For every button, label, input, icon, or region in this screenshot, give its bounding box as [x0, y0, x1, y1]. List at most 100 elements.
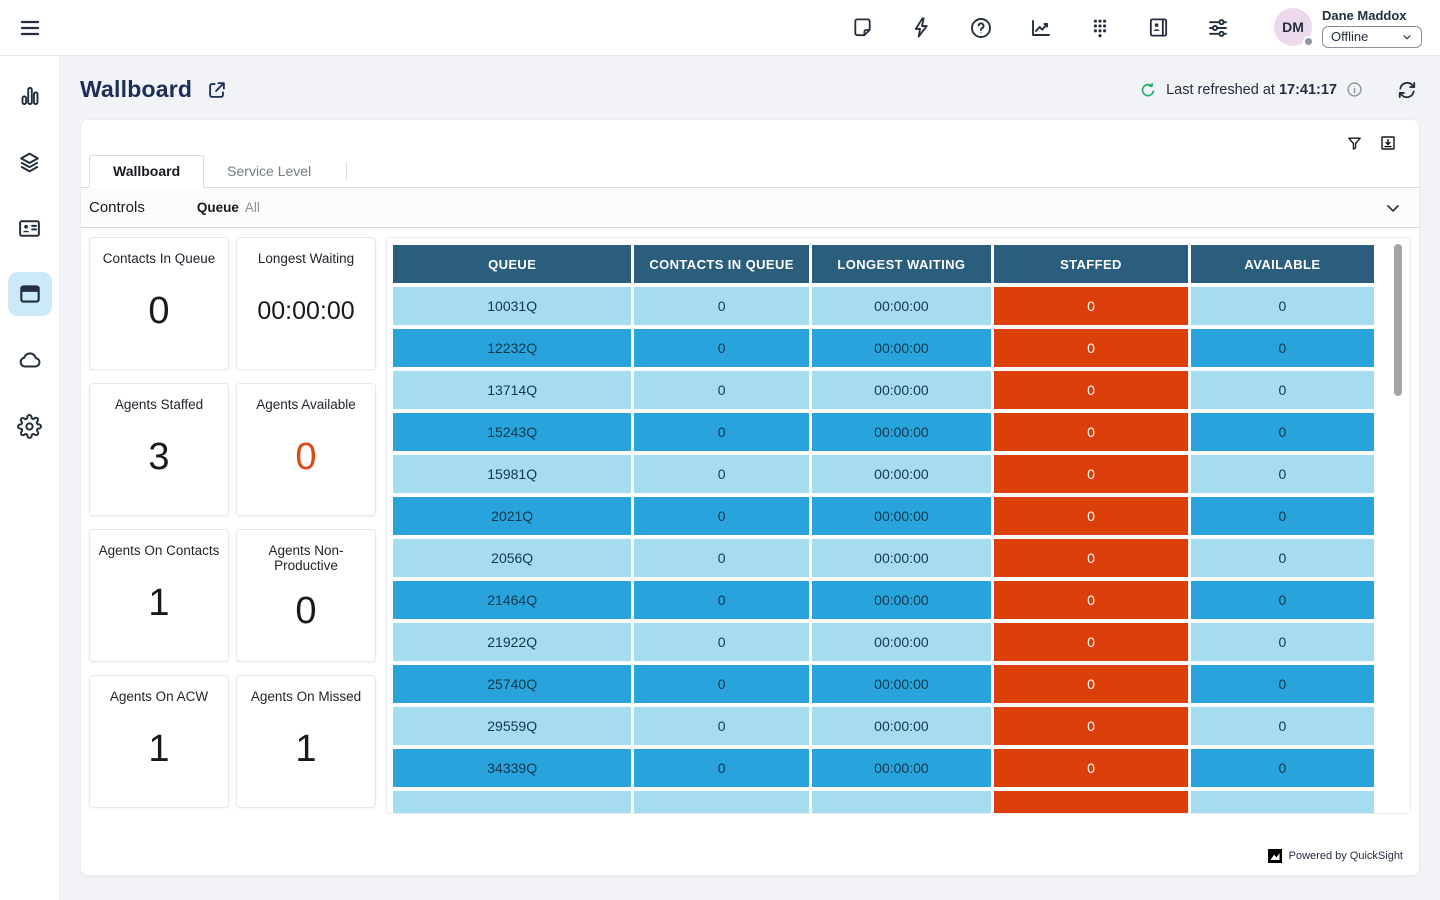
id-card-icon [17, 216, 42, 241]
left-sidebar [0, 56, 60, 900]
dialpad-icon[interactable] [1089, 17, 1111, 39]
column-header-staffed: STAFFED [994, 245, 1188, 283]
panel-toolbar [81, 120, 1419, 156]
directory-icon[interactable] [1147, 16, 1170, 39]
quick-connects-icon[interactable] [910, 16, 933, 39]
table-cell-queue: 21464Q [393, 581, 631, 619]
kpi-label: Agents Non-Productive [237, 543, 375, 573]
table-cell-available: 0 [1191, 371, 1374, 409]
kpi-agents-on-contacts: Agents On Contacts 1 [89, 529, 229, 662]
column-header-queue: QUEUE [393, 245, 631, 283]
sidebar-item-cloud[interactable] [8, 338, 52, 382]
hamburger-menu-icon[interactable] [0, 16, 60, 40]
table-cell-available: 0 [1191, 539, 1374, 577]
notes-icon[interactable] [851, 16, 874, 39]
table-cell-longest-waiting: 00:00:00 [812, 581, 991, 619]
kpi-value: 1 [148, 704, 169, 807]
table-cell-longest-waiting: 00:00:00 [812, 623, 991, 661]
table-cell-staffed: 0 [994, 413, 1188, 451]
tab-wallboard[interactable]: Wallboard [89, 155, 204, 188]
info-icon [1346, 81, 1363, 98]
filter-funnel-icon [1346, 135, 1363, 152]
last-refreshed-time: 17:41:17 [1279, 82, 1337, 98]
kpi-label: Longest Waiting [258, 251, 354, 266]
export-download-button[interactable] [1379, 134, 1397, 152]
chevron-down-icon [1401, 31, 1413, 43]
agent-status-dropdown[interactable]: Offline [1322, 26, 1422, 48]
quicksight-logo-icon [1268, 849, 1282, 863]
kpi-value: 0 [295, 573, 316, 661]
metrics-icon[interactable] [1029, 16, 1053, 40]
kpi-agents-available: Agents Available 0 [236, 383, 376, 516]
preferences-sliders-icon[interactable] [1206, 16, 1230, 40]
layers-icon [17, 150, 42, 175]
table-cell-contacts-in-queue: 0 [634, 749, 808, 787]
table-row [393, 791, 1374, 814]
controls-collapse-button[interactable] [1383, 198, 1403, 218]
refresh-button[interactable] [1396, 79, 1418, 101]
table-row: 13714Q000:00:0000 [393, 371, 1374, 409]
column-header-longest-waiting: LONGEST WAITING [812, 245, 991, 283]
table-row: 25740Q000:00:0000 [393, 665, 1374, 703]
table-cell-contacts-in-queue: 0 [634, 623, 808, 661]
table-cell-available: 0 [1191, 287, 1374, 325]
download-icon [1379, 134, 1397, 152]
table-cell-longest-waiting: 00:00:00 [812, 749, 991, 787]
queue-table-header: QUEUE CONTACTS IN QUEUE LONGEST WAITING … [393, 245, 1374, 283]
kpi-value: 00:00:00 [257, 266, 354, 369]
kpi-grid: Contacts In Queue 0 Longest Waiting 00:0… [89, 237, 376, 814]
avatar[interactable]: DM [1274, 8, 1312, 46]
help-icon[interactable] [969, 16, 993, 40]
table-row: 21922Q000:00:0000 [393, 623, 1374, 661]
table-cell-staffed: 0 [994, 707, 1188, 745]
table-cell-staffed: 0 [994, 329, 1188, 367]
table-scrollbar [1394, 244, 1402, 804]
table-row: 21464Q000:00:0000 [393, 581, 1374, 619]
open-in-new-window-button[interactable] [206, 79, 228, 101]
table-cell-staffed: 0 [994, 455, 1188, 493]
column-header-available: AVAILABLE [1191, 245, 1374, 283]
title-row: Wallboard Last refreshed at 17:41:17 [60, 56, 1440, 119]
powered-by-quicksight[interactable]: Powered by QuickSight [1268, 849, 1403, 863]
table-cell-staffed: 0 [994, 287, 1188, 325]
bar-chart-icon [18, 84, 42, 108]
kpi-agents-non-productive: Agents Non-Productive 0 [236, 529, 376, 662]
sidebar-item-contacts[interactable] [8, 206, 52, 250]
sidebar-item-wallboard[interactable] [8, 272, 52, 316]
kpi-agents-on-acw: Agents On ACW 1 [89, 675, 229, 808]
cloud-icon [17, 347, 43, 373]
controls-label: Controls [89, 199, 197, 216]
table-cell-queue: 12232Q [393, 329, 631, 367]
table-cell-queue: 2056Q [393, 539, 631, 577]
tab-service-level[interactable]: Service Level [204, 156, 334, 187]
chevron-down-icon [1383, 198, 1403, 218]
queue-filter-value: All [245, 200, 260, 215]
table-cell-longest-waiting: 00:00:00 [812, 287, 991, 325]
sidebar-item-settings[interactable] [8, 404, 52, 448]
table-cell-longest-waiting: 00:00:00 [812, 413, 991, 451]
kpi-value: 0 [295, 412, 316, 515]
table-row: 2056Q000:00:0000 [393, 539, 1374, 577]
sidebar-item-metrics[interactable] [8, 74, 52, 118]
kpi-agents-on-missed: Agents On Missed 1 [236, 675, 376, 808]
table-cell-queue: 21922Q [393, 623, 631, 661]
table-cell-available: 0 [1191, 749, 1374, 787]
queue-filter-control[interactable]: Queue All [197, 200, 260, 215]
refresh-info-button[interactable] [1346, 81, 1363, 98]
queue-table-card: QUEUE CONTACTS IN QUEUE LONGEST WAITING … [386, 237, 1411, 814]
table-cell-available: 0 [1191, 707, 1374, 745]
kpi-label: Agents Staffed [115, 397, 203, 412]
filter-button[interactable] [1346, 135, 1363, 152]
table-cell-available: 0 [1191, 581, 1374, 619]
table-cell-contacts-in-queue: 0 [634, 455, 808, 493]
top-header: DM Dane Maddox Offline [0, 0, 1440, 56]
table-cell-contacts-in-queue: 0 [634, 413, 808, 451]
sidebar-item-datasets[interactable] [8, 140, 52, 184]
table-cell-contacts-in-queue: 0 [634, 665, 808, 703]
table-cell-queue: 34339Q [393, 749, 631, 787]
quicksight-panel: Wallboard Service Level Controls Queue A… [80, 119, 1420, 876]
table-scrollbar-thumb[interactable] [1394, 244, 1402, 396]
main-content: Wallboard Last refreshed at 17:41:17 W [60, 56, 1440, 900]
refresh-icon [1396, 79, 1418, 101]
kpi-label: Contacts In Queue [103, 251, 216, 266]
